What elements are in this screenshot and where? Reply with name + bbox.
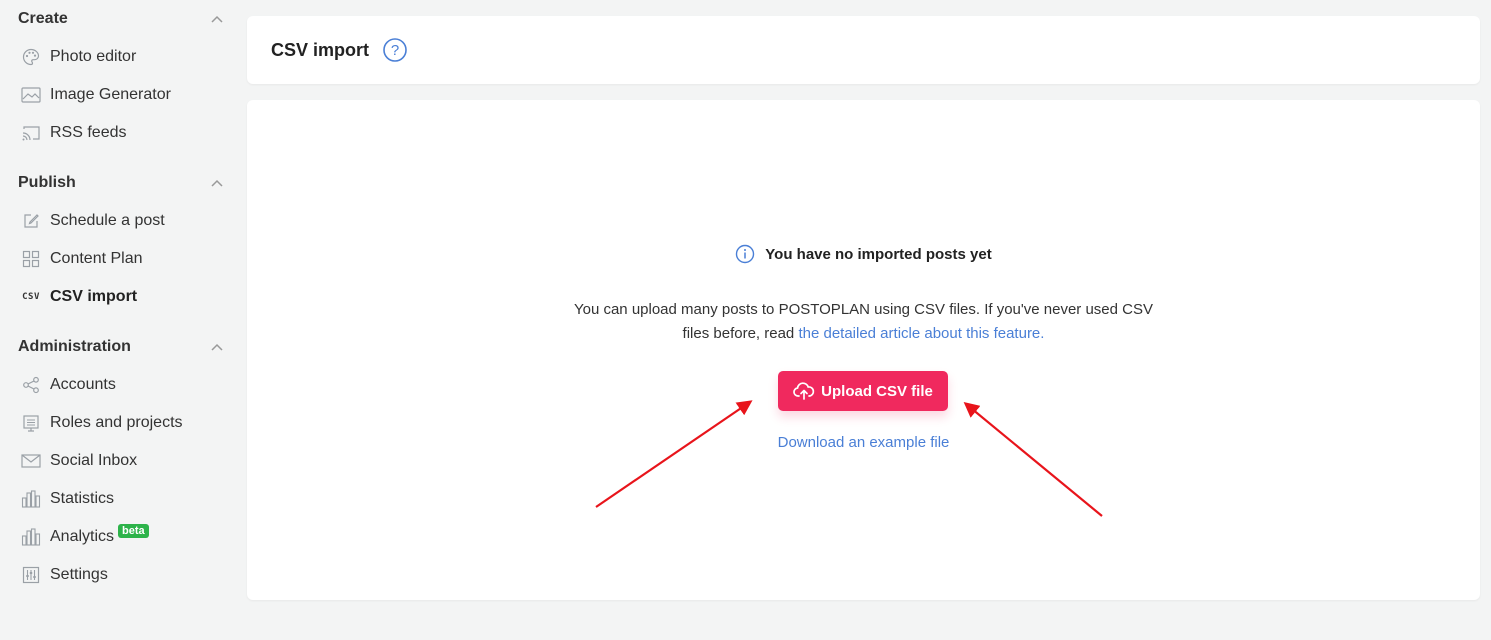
sidebar-item-image-generator[interactable]: Image Generator bbox=[0, 76, 236, 114]
sidebar-item-label: Schedule a post bbox=[50, 212, 165, 229]
cloud-upload-icon bbox=[793, 382, 815, 400]
bar-chart-icon bbox=[20, 488, 42, 510]
sidebar-item-statistics[interactable]: Statistics bbox=[0, 480, 236, 518]
sliders-icon bbox=[20, 564, 42, 586]
section-title: Create bbox=[18, 10, 68, 27]
sidebar-item-accounts[interactable]: Accounts bbox=[0, 366, 236, 404]
section-administration: Administration Accounts Roles and projec… bbox=[0, 328, 236, 594]
sidebar-item-social-inbox[interactable]: Social Inbox bbox=[0, 442, 236, 480]
description-prefix: files before, read bbox=[682, 325, 799, 342]
sidebar-item-label: Content Plan bbox=[50, 250, 143, 267]
sidebar-item-content-plan[interactable]: Content Plan bbox=[0, 240, 236, 278]
grid-icon bbox=[20, 248, 42, 270]
bar-chart-icon bbox=[20, 526, 42, 548]
share-icon bbox=[20, 374, 42, 396]
beta-badge: beta bbox=[118, 524, 149, 538]
page-title: CSV import bbox=[271, 39, 370, 60]
sidebar-item-label: CSV import bbox=[50, 288, 138, 305]
mail-icon bbox=[20, 450, 42, 472]
section-header-create[interactable]: Create bbox=[0, 0, 236, 38]
upload-csv-button[interactable]: Upload CSV file bbox=[778, 371, 948, 411]
sidebar-item-settings[interactable]: Settings bbox=[0, 556, 236, 594]
sidebar-item-label: Social Inbox bbox=[50, 452, 138, 469]
sidebar-item-label: Photo editor bbox=[50, 48, 137, 65]
image-icon bbox=[20, 84, 42, 106]
section-header-administration[interactable]: Administration bbox=[0, 328, 236, 366]
section-title: Publish bbox=[18, 174, 76, 191]
csv-icon: CSV bbox=[20, 286, 42, 308]
empty-state-description: You can upload many posts to POSTOPLAN u… bbox=[247, 298, 1480, 346]
section-publish: Publish Schedule a post Content Plan CSV… bbox=[0, 164, 236, 316]
sidebar-item-label: RSS feeds bbox=[50, 124, 127, 141]
section-title: Administration bbox=[18, 338, 131, 355]
palette-icon bbox=[20, 46, 42, 68]
section-header-publish[interactable]: Publish bbox=[0, 164, 236, 202]
info-icon bbox=[735, 244, 755, 264]
section-create: Create Photo editor Image Generator RSS … bbox=[0, 0, 236, 152]
csv-glyph: CSV bbox=[22, 292, 40, 302]
sidebar: Create Photo editor Image Generator RSS … bbox=[0, 0, 236, 640]
sidebar-item-schedule-post[interactable]: Schedule a post bbox=[0, 202, 236, 240]
sidebar-item-rss-feeds[interactable]: RSS feeds bbox=[0, 114, 236, 152]
page-header: CSV import ? bbox=[247, 16, 1480, 84]
import-panel: You have no imported posts yet You can u… bbox=[247, 100, 1480, 600]
help-symbol: ? bbox=[391, 42, 399, 59]
empty-state-text: You have no imported posts yet bbox=[765, 245, 992, 263]
sidebar-item-photo-editor[interactable]: Photo editor bbox=[0, 38, 236, 76]
download-link-label[interactable]: Download an example file bbox=[778, 434, 950, 451]
sidebar-item-label: Settings bbox=[50, 566, 108, 583]
description-line-2: files before, read the detailed article … bbox=[247, 322, 1480, 346]
edit-icon bbox=[20, 210, 42, 232]
help-icon[interactable]: ? bbox=[383, 38, 407, 62]
sidebar-item-analytics[interactable]: Analytics beta bbox=[0, 518, 236, 556]
empty-state-title: You have no imported posts yet bbox=[247, 244, 1480, 264]
rss-icon bbox=[20, 122, 42, 144]
description-line-1: You can upload many posts to POSTOPLAN u… bbox=[573, 301, 1153, 318]
chevron-up-icon[interactable] bbox=[210, 340, 224, 354]
article-link[interactable]: the detailed article about this feature. bbox=[798, 325, 1044, 342]
sidebar-item-label: Roles and projects bbox=[50, 414, 183, 431]
sidebar-item-csv-import[interactable]: CSV CSV import bbox=[0, 278, 236, 316]
sidebar-item-label: Image Generator bbox=[50, 86, 171, 103]
chevron-up-icon[interactable] bbox=[210, 176, 224, 190]
sidebar-item-label: Analytics bbox=[50, 528, 115, 545]
chevron-up-icon[interactable] bbox=[210, 12, 224, 26]
download-example-link[interactable]: Download an example file bbox=[247, 434, 1480, 451]
sidebar-item-roles-projects[interactable]: Roles and projects bbox=[0, 404, 236, 442]
sidebar-item-label: Statistics bbox=[50, 490, 115, 507]
upload-button-label: Upload CSV file bbox=[821, 382, 933, 400]
sidebar-item-label: Accounts bbox=[50, 376, 116, 393]
presentation-icon bbox=[20, 412, 42, 434]
